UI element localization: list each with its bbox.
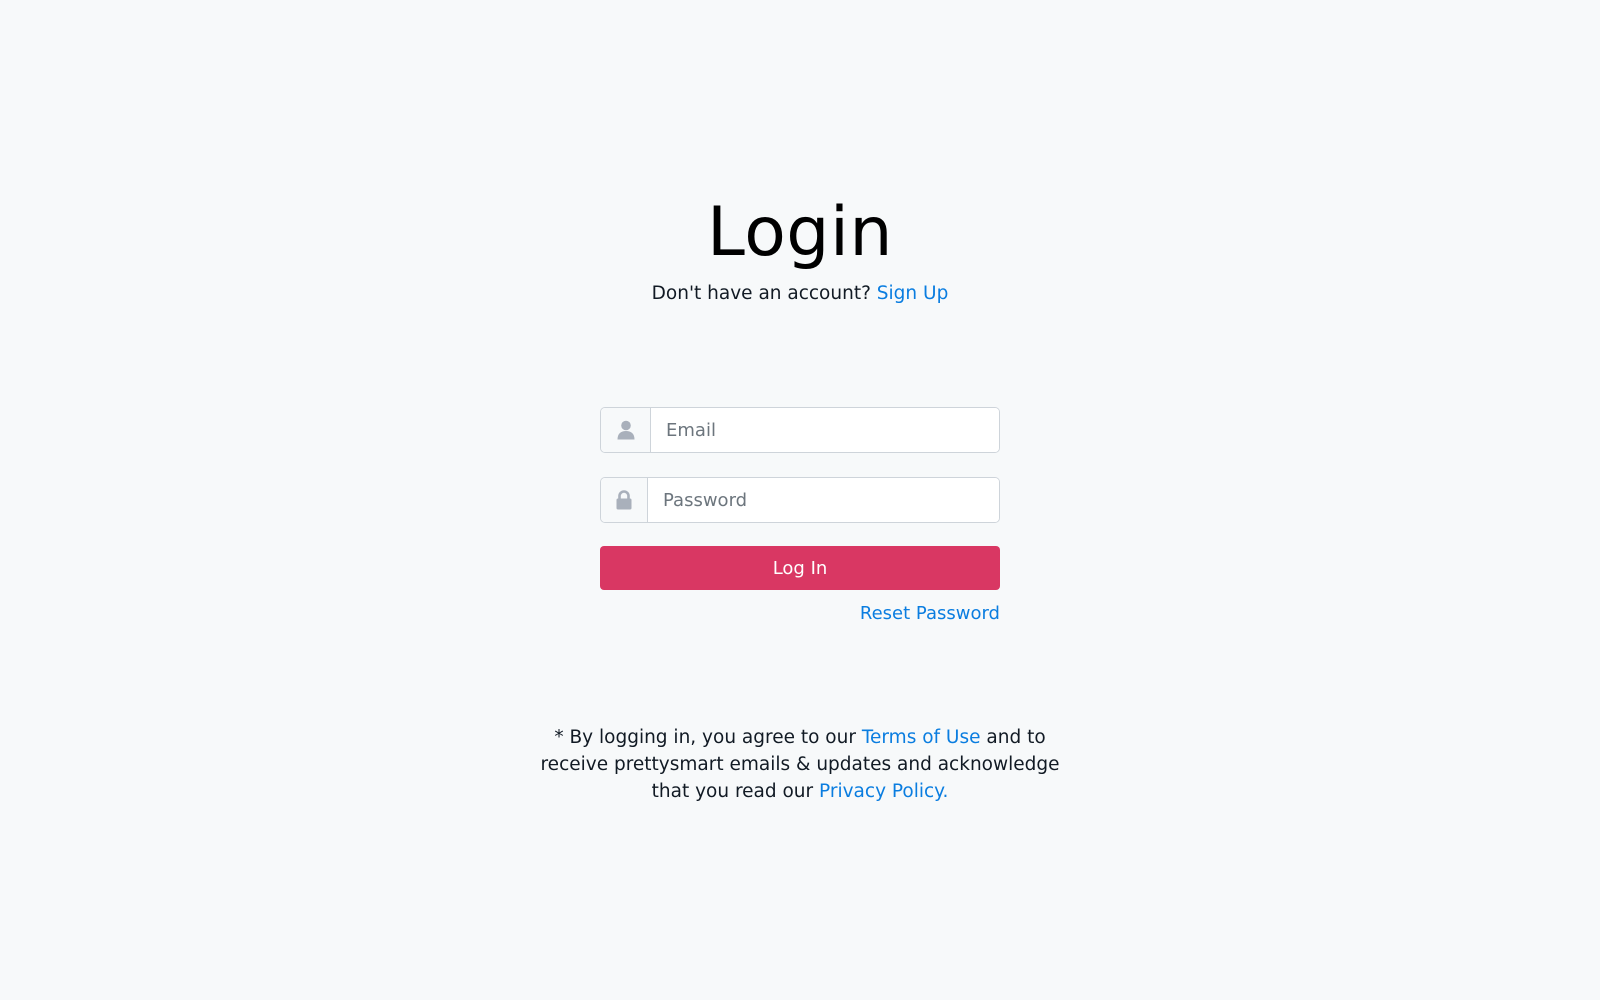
email-input-group (600, 407, 1000, 453)
reset-password-link[interactable]: Reset Password (860, 603, 1000, 624)
user-icon (601, 408, 651, 452)
reset-password-row: Reset Password (600, 601, 1000, 627)
signup-link[interactable]: Sign Up (877, 283, 949, 304)
page-title: Login (707, 193, 893, 272)
lock-icon (601, 478, 648, 522)
password-input-group (600, 477, 1000, 523)
password-field[interactable] (648, 478, 999, 522)
login-page: Login Don't have an account? Sign Up Ema… (0, 0, 1600, 1000)
login-button[interactable]: Log In (600, 546, 1000, 590)
login-form: Log In Reset Password (600, 407, 1000, 627)
legal-disclaimer: * By logging in, you agree to our Terms … (540, 724, 1060, 805)
privacy-policy-link[interactable]: Privacy Policy. (819, 781, 948, 802)
email-field[interactable] (651, 408, 999, 452)
signup-prompt-row: Don't have an account? Sign Up (0, 280, 1600, 308)
terms-of-use-link[interactable]: Terms of Use (862, 727, 981, 748)
legal-prefix-text: * By logging in, you agree to our (554, 727, 856, 748)
signup-prompt-text: Don't have an account? (651, 283, 871, 304)
